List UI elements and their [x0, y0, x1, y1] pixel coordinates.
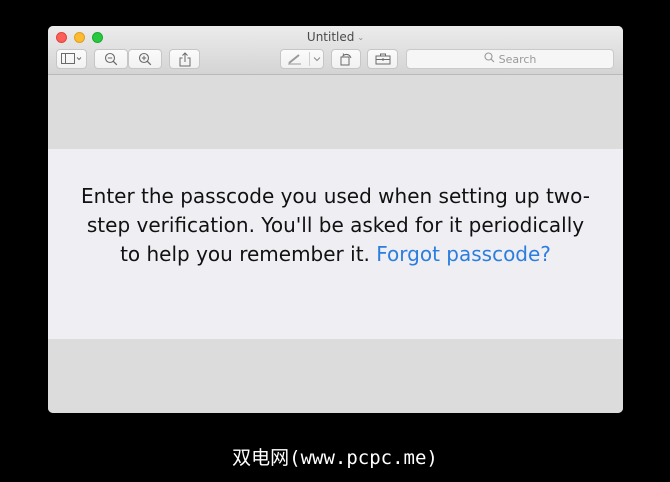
toolbox-button[interactable]	[367, 49, 398, 69]
forgot-passcode-link[interactable]: Forgot passcode?	[376, 242, 551, 266]
zoom-in-button[interactable]	[128, 49, 162, 69]
split-divider	[309, 52, 310, 66]
sidebar-icon	[60, 53, 83, 65]
zoom-out-icon	[104, 52, 118, 66]
rotate-icon	[339, 52, 353, 66]
document-area: Enter the passcode you used when setting…	[48, 75, 623, 413]
zoom-out-button[interactable]	[94, 49, 128, 69]
search-placeholder: Search	[498, 52, 537, 66]
window-title[interactable]: Untitled ⌄	[48, 30, 623, 44]
pen-icon	[287, 53, 303, 65]
share-icon	[179, 51, 191, 67]
sidebar-toggle-button[interactable]	[56, 49, 87, 69]
markup-button[interactable]	[280, 49, 324, 69]
message-line-3: to help you remember it. Forgot passcode…	[68, 240, 603, 269]
zoom-in-icon	[138, 52, 152, 66]
title-bar: Untitled ⌄ Search	[48, 26, 623, 75]
rotate-button[interactable]	[331, 49, 361, 69]
toolbox-icon	[375, 53, 391, 65]
message-line-3-text: to help you remember it.	[120, 242, 370, 266]
chevron-down-icon: ⌄	[357, 33, 365, 42]
share-button[interactable]	[169, 49, 200, 69]
search-field[interactable]: Search	[406, 49, 614, 69]
chevron-down-icon	[313, 56, 321, 62]
message-line-1: Enter the passcode you used when setting…	[81, 184, 590, 208]
preview-window: Untitled ⌄ Search Enter the passcode you…	[48, 26, 623, 413]
search-icon	[484, 52, 495, 66]
message-line-2: step verification. You'll be asked for i…	[86, 213, 585, 237]
window-title-text: Untitled	[306, 30, 355, 44]
watermark-caption: 双电网(www.pcpc.me)	[232, 447, 438, 469]
passcode-message: Enter the passcode you used when setting…	[68, 182, 603, 269]
